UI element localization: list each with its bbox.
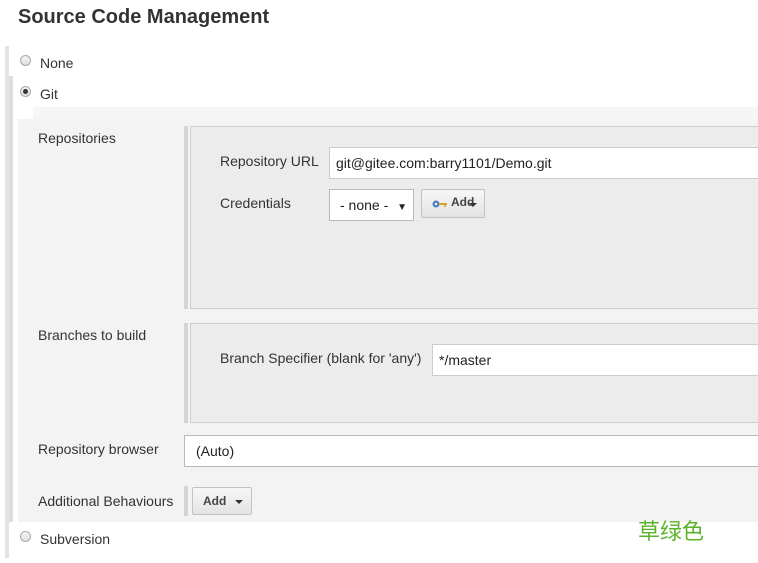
branch-specifier-input[interactable]: */master (432, 344, 758, 376)
branch-specifier-label: Branch Specifier (blank for 'any') (220, 350, 422, 366)
git-radio-label[interactable]: Git (40, 86, 58, 102)
repository-url-label: Repository URL (220, 153, 319, 169)
caret-down-icon (469, 203, 477, 207)
none-radio[interactable] (20, 55, 31, 66)
repository-browser-label: Repository browser (38, 441, 159, 457)
branches-bar (184, 323, 188, 423)
caret-down-icon (235, 500, 243, 504)
add-behaviour-button[interactable]: Add (192, 487, 252, 515)
git-panel-header (33, 107, 758, 119)
repositories-bar (184, 126, 188, 309)
git-radio[interactable] (20, 86, 31, 97)
watermark-text: 草绿色 (638, 520, 705, 545)
none-radio-label[interactable]: None (40, 55, 73, 71)
repository-url-input[interactable]: git@gitee.com:barry1101/Demo.git (329, 147, 758, 179)
subversion-radio-label[interactable]: Subversion (40, 531, 110, 547)
key-icon (432, 200, 447, 208)
add-credentials-button[interactable]: Add (421, 189, 485, 218)
section-title: Source Code Management (18, 6, 270, 28)
branches-label: Branches to build (38, 327, 147, 343)
repository-browser-select[interactable]: (Auto) (184, 435, 758, 467)
add-behaviour-label: Add (203, 494, 227, 508)
subversion-radio[interactable] (20, 531, 31, 542)
additional-behaviours-label: Additional Behaviours (38, 493, 174, 509)
additional-behaviours-bar (184, 486, 188, 516)
credentials-label: Credentials (220, 195, 291, 211)
git-indent-bar (9, 76, 13, 522)
repository-browser-value: (Auto) (196, 443, 235, 459)
credentials-select-value: - none - (340, 197, 389, 213)
dropdown-arrow-icon: ▼ (397, 202, 407, 213)
repositories-label: Repositories (38, 130, 116, 146)
credentials-select[interactable]: - none - ▼ (329, 189, 414, 221)
